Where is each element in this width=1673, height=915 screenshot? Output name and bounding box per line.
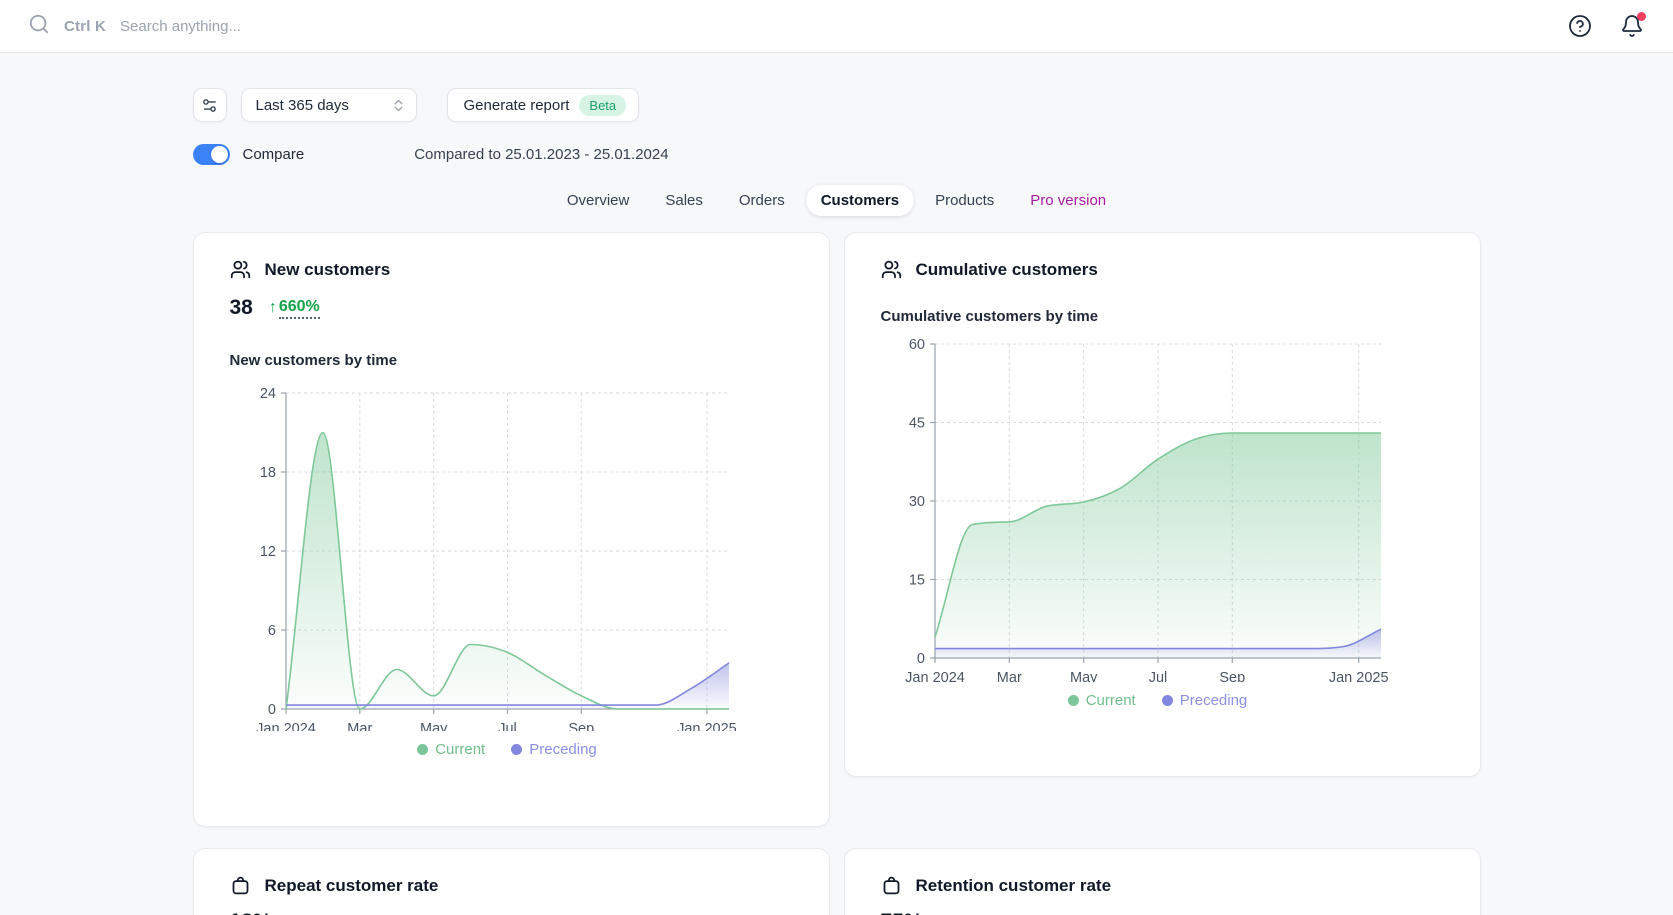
svg-text:Jul: Jul (498, 721, 517, 731)
arrow-up-icon: ↑ (269, 299, 277, 317)
card-title: New customers (265, 260, 391, 280)
search-input[interactable]: Ctrl K Search anything... (28, 13, 1567, 40)
new-customers-change[interactable]: ↑660% (269, 298, 320, 319)
svg-text:May: May (419, 721, 447, 731)
legend-preceding[interactable]: Preceding (511, 741, 597, 758)
new-customers-value: 38 (230, 296, 253, 320)
compared-to-text: Compared to 25.01.2023 - 25.01.2024 (414, 146, 668, 163)
svg-text:Sep: Sep (568, 721, 594, 731)
svg-text:24: 24 (259, 386, 275, 402)
svg-text:Jan 2025: Jan 2025 (677, 721, 737, 731)
sliders-icon (201, 97, 218, 114)
toggle-knob (211, 146, 228, 163)
tab-pro-version[interactable]: Pro version (1015, 185, 1121, 216)
purple-dot-icon (511, 744, 522, 755)
green-dot-icon (1068, 695, 1079, 706)
tab-products[interactable]: Products (920, 185, 1009, 216)
chart-title: Cumulative customers by time (881, 308, 1444, 325)
svg-text:Sep: Sep (1219, 670, 1245, 682)
cards-grid: New customers 38 ↑660% New customers by … (193, 232, 1481, 915)
svg-text:60: 60 (908, 337, 924, 353)
generate-report-button[interactable]: Generate report Beta (447, 88, 640, 122)
generate-report-label: Generate report (464, 97, 570, 114)
retention-customer-rate-card: Retention customer rate 75% ↑ (844, 848, 1481, 915)
svg-text:6: 6 (267, 623, 275, 639)
purple-dot-icon (1162, 695, 1173, 706)
retention-rate-value: 75% (881, 910, 923, 915)
svg-text:Jan 2024: Jan 2024 (256, 721, 316, 731)
svg-text:Jan 2024: Jan 2024 (905, 670, 965, 682)
svg-text:Jul: Jul (1148, 670, 1167, 682)
repeat-customer-rate-card: Repeat customer rate 18% ↓ (193, 848, 830, 915)
card-title: Repeat customer rate (265, 876, 439, 896)
search-placeholder: Search anything... (120, 18, 241, 35)
svg-text:45: 45 (908, 416, 924, 432)
compare-label: Compare (243, 146, 305, 163)
beta-badge: Beta (579, 95, 626, 116)
tab-overview[interactable]: Overview (552, 185, 645, 216)
compare-toggle[interactable] (193, 144, 230, 165)
new-customers-card: New customers 38 ↑660% New customers by … (193, 232, 830, 827)
svg-text:May: May (1069, 670, 1097, 682)
date-range-value: Last 365 days (256, 97, 349, 114)
topbar: Ctrl K Search anything... (0, 0, 1673, 53)
tab-orders[interactable]: Orders (724, 185, 800, 216)
green-dot-icon (417, 744, 428, 755)
users-icon (230, 259, 251, 280)
svg-text:30: 30 (908, 494, 924, 510)
card-title: Retention customer rate (916, 876, 1112, 896)
legend-preceding[interactable]: Preceding (1162, 692, 1248, 709)
filter-settings-button[interactable] (193, 88, 227, 122)
section-tabs: Overview Sales Orders Customers Products… (193, 185, 1481, 216)
svg-text:Jan 2025: Jan 2025 (1328, 670, 1388, 682)
tab-customers[interactable]: Customers (806, 185, 914, 216)
bag-icon (230, 875, 251, 896)
users-icon (881, 259, 902, 280)
svg-text:18: 18 (259, 465, 275, 481)
cumulative-customers-card: Cumulative customers Cumulative customer… (844, 232, 1481, 777)
svg-text:0: 0 (916, 651, 924, 667)
tab-sales[interactable]: Sales (650, 185, 718, 216)
notifications-button[interactable] (1619, 13, 1645, 39)
legend-current[interactable]: Current (1068, 692, 1136, 709)
cumulative-customers-chart[interactable]: 0 15 30 45 60 Jan 2024 Mar May Jul Sep Jan 2025 (881, 330, 1401, 682)
chart-title: New customers by time (230, 352, 793, 369)
help-button[interactable] (1567, 13, 1593, 39)
search-icon (28, 13, 50, 40)
notification-dot (1637, 12, 1646, 21)
chevrons-up-down-icon (391, 98, 406, 113)
help-icon (1568, 14, 1592, 38)
svg-text:Mar: Mar (347, 721, 372, 731)
search-shortcut: Ctrl K (64, 18, 106, 35)
new-customers-chart[interactable]: 0 6 12 18 24 Jan 2024 Mar May Jul Sep Jan 2025 (230, 379, 750, 731)
svg-text:12: 12 (259, 544, 275, 560)
chart-legend: Current Preceding (286, 741, 729, 758)
date-range-select[interactable]: Last 365 days (241, 88, 417, 122)
compare-row: Compare Compared to 25.01.2023 - 25.01.2… (193, 144, 1481, 165)
svg-text:15: 15 (908, 573, 924, 589)
svg-text:Mar: Mar (996, 670, 1021, 682)
filter-row: Last 365 days Generate report Beta (193, 88, 1481, 122)
legend-current[interactable]: Current (417, 741, 485, 758)
card-title: Cumulative customers (916, 260, 1098, 280)
svg-text:0: 0 (267, 702, 275, 718)
repeat-rate-value: 18% (230, 910, 272, 915)
chart-legend: Current Preceding (935, 692, 1381, 709)
bag-icon (881, 875, 902, 896)
analytics-page: Last 365 days Generate report Beta Compa… (193, 88, 1481, 915)
